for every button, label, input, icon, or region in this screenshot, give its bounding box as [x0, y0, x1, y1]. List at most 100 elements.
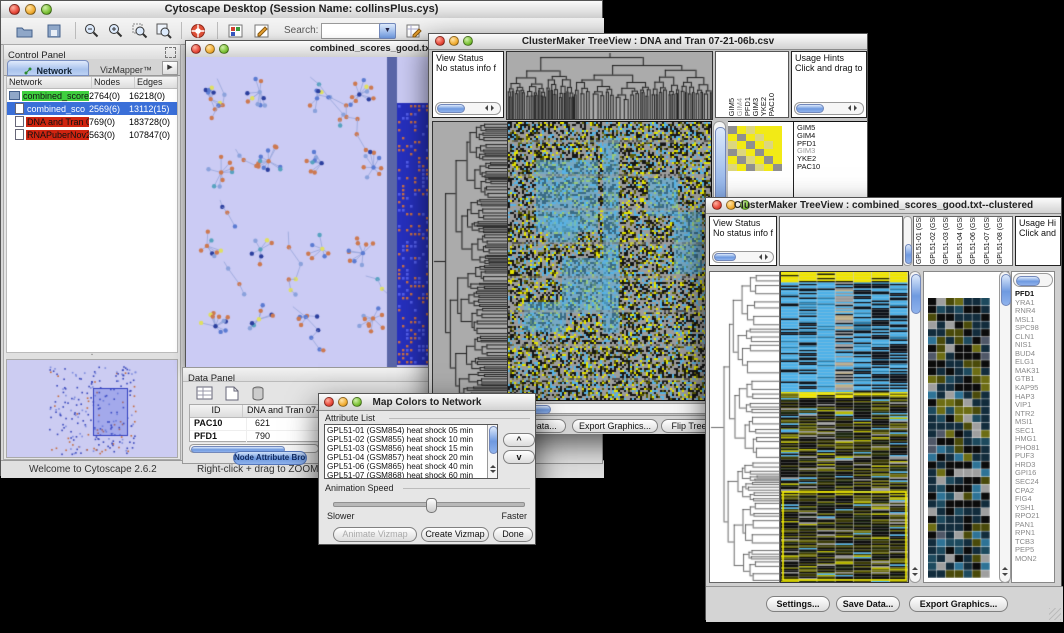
scroll-up-icon[interactable]: [490, 462, 496, 468]
attribute-list-item[interactable]: GPL51-07 (GSM868) heat shock 60 min: [327, 471, 497, 479]
annotation-icon[interactable]: [253, 22, 272, 40]
node-attribute-browser-button[interactable]: Node Attribute Brows: [233, 451, 307, 465]
tv1-status-scrollbar[interactable]: [435, 102, 501, 115]
document-icon: [15, 129, 24, 140]
zoom-fit-icon[interactable]: [155, 22, 173, 40]
tv2-zoom-vscrollbar[interactable]: [999, 271, 1011, 583]
animate-vizmap-button[interactable]: Animate Vizmap: [333, 527, 417, 542]
scroll-left-icon[interactable]: [482, 105, 488, 111]
matrix-cell: [755, 164, 764, 172]
matrix-cell: [773, 141, 782, 149]
tv1-correlation-matrix[interactable]: [728, 126, 782, 171]
help-lifesaver-icon[interactable]: [189, 22, 207, 40]
tv1-titlebar[interactable]: ClusterMaker TreeView : DNA and Tran 07-…: [429, 34, 867, 50]
table-row[interactable]: combined_scores2764(0)16218(0): [7, 89, 177, 102]
tv2-gene-hscrollbar[interactable]: [1013, 273, 1053, 287]
tab-network[interactable]: Network: [7, 60, 89, 76]
tv2-heatmap[interactable]: [780, 271, 909, 583]
zoom-in-icon[interactable]: [107, 22, 125, 40]
scroll-right-icon[interactable]: [491, 105, 497, 111]
matrix-cell: [746, 164, 755, 172]
tv1-button-export-graphics-[interactable]: Export Graphics...: [572, 419, 658, 433]
table-row[interactable]: DNA and Tran 07769(0)183728(0): [7, 115, 177, 128]
dialog-titlebar[interactable]: Map Colors to Network: [319, 394, 535, 411]
gene-list-item[interactable]: MON2: [1015, 555, 1040, 564]
zoom-selected-icon[interactable]: [131, 22, 149, 40]
tv2-column-label: GPL51-03 (GSM856): [943, 216, 951, 264]
tv1-row-labels: GIM5GIM4PFD1GIM3YKE2PAC10: [797, 124, 820, 171]
tv2-top-vscrollbar[interactable]: [903, 216, 912, 266]
matrix-cell: [737, 156, 746, 164]
tv2-title: ClusterMaker TreeView : combined_scores_…: [706, 200, 1061, 211]
matrix-cell: [764, 149, 773, 157]
zoom-out-icon[interactable]: [83, 22, 101, 40]
attribute-list-item[interactable]: GPL51-02 (GSM855) heat shock 10 min: [327, 435, 497, 444]
tab-overflow-button[interactable]: ▶: [162, 61, 178, 75]
table-icon[interactable]: [195, 385, 215, 402]
main-window-title: Cytoscape Desktop (Session Name: collins…: [1, 3, 602, 15]
data-panel-title: Data Panel: [183, 373, 235, 384]
trash-icon[interactable]: [249, 385, 267, 402]
scroll-right-icon[interactable]: [854, 105, 860, 111]
scroll-right-icon[interactable]: [765, 254, 771, 260]
new-document-icon[interactable]: [223, 385, 241, 402]
tv1-column-dendrogram[interactable]: [506, 51, 713, 120]
tv1-usage-scrollbar[interactable]: [794, 102, 864, 115]
node-attribute-icon[interactable]: [227, 22, 246, 40]
tv2-status-scrollbar[interactable]: [712, 251, 774, 263]
matrix-cell: [764, 134, 773, 142]
search-input[interactable]: [321, 23, 383, 39]
matrix-cell: [773, 164, 782, 172]
save-session-icon[interactable]: [45, 22, 63, 40]
tv2-view-status-panel: View Status No status info f: [709, 216, 777, 266]
tv2-titlebar[interactable]: ClusterMaker TreeView : combined_scores_…: [706, 198, 1061, 214]
float-panel-icon[interactable]: [165, 47, 176, 58]
attribute-list-item[interactable]: GPL51-03 (GSM856) heat shock 15 min: [327, 444, 497, 453]
attribute-browser-icon[interactable]: [405, 22, 424, 40]
move-up-button[interactable]: ^: [503, 433, 535, 447]
scroll-down-icon[interactable]: [1002, 573, 1008, 579]
tv2-zoom-panel: [923, 271, 1009, 583]
tv2-zoom-heatmap[interactable]: [928, 298, 990, 578]
table-row[interactable]: RNAPuberNov2+I563(0)107847(0): [7, 128, 177, 141]
tv2-button-settings-[interactable]: Settings...: [766, 596, 830, 612]
tv1-row-dendrogram[interactable]: [432, 121, 508, 401]
matrix-cell: [764, 156, 773, 164]
scroll-down-icon[interactable]: [912, 573, 918, 579]
scroll-up-icon[interactable]: [1002, 564, 1008, 570]
tv1-heatmap[interactable]: [508, 121, 712, 401]
tv2-button-save-data-[interactable]: Save Data...: [836, 596, 900, 612]
resize-grip[interactable]: [1049, 608, 1061, 620]
tv2-button-export-graphics-[interactable]: Export Graphics...: [909, 596, 1008, 612]
create-vizmap-button[interactable]: Create Vizmap: [421, 527, 489, 542]
status-zoom-hint: Right-click + drag to ZOOM: [197, 464, 318, 475]
attribute-list-scrollbar[interactable]: [487, 425, 497, 478]
animation-speed-slider[interactable]: [333, 502, 525, 507]
attribute-list-item[interactable]: GPL51-04 (GSM857) heat shock 20 min: [327, 453, 497, 462]
attribute-list-item[interactable]: GPL51-01 (GSM854) heat shock 05 min: [327, 426, 497, 435]
scroll-left-icon[interactable]: [845, 105, 851, 111]
attribute-listbox[interactable]: GPL51-01 (GSM854) heat shock 05 minGPL51…: [324, 424, 498, 479]
scroll-down-icon[interactable]: [490, 470, 496, 476]
matrix-cell: [764, 164, 773, 172]
search-dropdown-button[interactable]: ▼: [379, 23, 396, 39]
move-down-button[interactable]: v: [503, 450, 535, 464]
done-button[interactable]: Done: [493, 527, 533, 542]
tv2-vscrollbar[interactable]: [909, 271, 921, 583]
open-session-icon[interactable]: [15, 22, 34, 40]
attribute-list-item[interactable]: GPL51-06 (GSM865) heat shock 40 min: [327, 462, 497, 471]
gene-list[interactable]: PFD1YRA1RNR4MSL1SPC98CLN1NIS1BUD4ELG1MAK…: [1015, 290, 1040, 564]
treeview2-window: ClusterMaker TreeView : combined_scores_…: [705, 197, 1062, 620]
tv2-row-dendrogram[interactable]: [709, 271, 780, 583]
attribute-list-label: Attribute List: [325, 413, 375, 423]
scroll-left-icon[interactable]: [756, 254, 762, 260]
main-titlebar[interactable]: Cytoscape Desktop (Session Name: collins…: [1, 1, 602, 19]
slider-thumb[interactable]: [426, 498, 437, 513]
matrix-cell: [773, 134, 782, 142]
scroll-up-icon[interactable]: [912, 564, 918, 570]
birdseye-canvas: [7, 360, 177, 457]
tab-vizmapper[interactable]: VizMapper™: [90, 60, 162, 74]
matrix-cell: [755, 134, 764, 142]
table-row[interactable]: combined_sco2569(6)13112(15): [7, 102, 177, 115]
birdseye-view[interactable]: [6, 359, 178, 458]
